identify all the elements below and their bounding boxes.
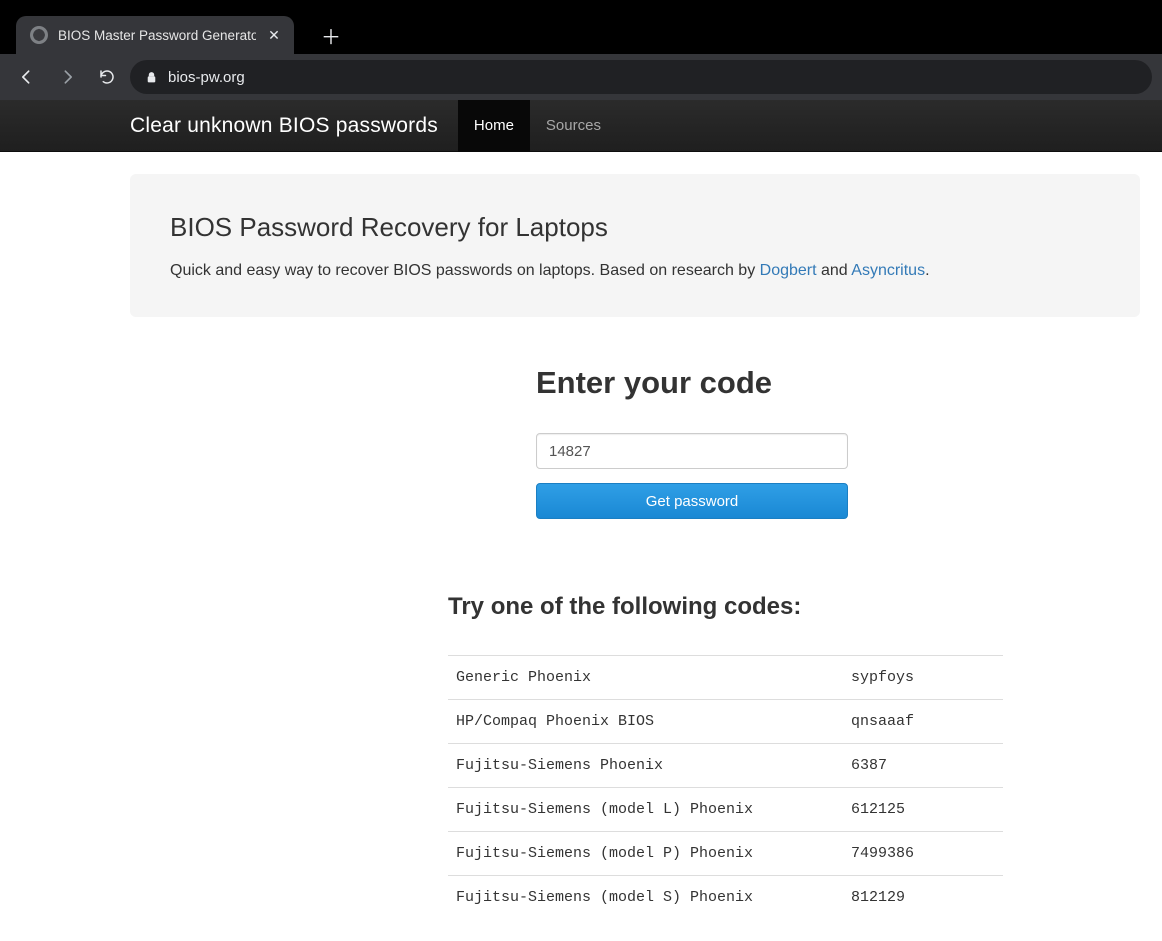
browser-toolbar: bios-pw.org: [0, 54, 1162, 100]
vendor-cell: Generic Phoenix: [448, 656, 843, 700]
code-cell: 7499386: [843, 832, 1003, 876]
code-input[interactable]: [536, 433, 848, 469]
link-dogbert[interactable]: Dogbert: [760, 262, 817, 279]
code-cell: 812129: [843, 876, 1003, 920]
brand[interactable]: Clear unknown BIOS passwords: [130, 114, 438, 138]
table-row: Fujitsu-Siemens (model L) Phoenix612125: [448, 788, 1003, 832]
results-table: Generic PhoenixsypfoysHP/Compaq Phoenix …: [448, 655, 1003, 919]
new-tab-button[interactable]: ＋: [316, 20, 346, 50]
close-tab-icon[interactable]: ✕: [266, 27, 282, 43]
results-heading: Try one of the following codes:: [448, 593, 1140, 621]
code-form: Enter your code Get password: [536, 365, 848, 519]
forward-button[interactable]: [50, 60, 84, 94]
vendor-cell: Fujitsu-Siemens (model P) Phoenix: [448, 832, 843, 876]
results-section: Try one of the following codes: Generic …: [448, 593, 1140, 919]
jumbo-heading: BIOS Password Recovery for Laptops: [170, 212, 1100, 243]
url-text: bios-pw.org: [168, 69, 245, 86]
lock-icon: [144, 70, 158, 84]
jumbo-text: and: [817, 262, 852, 279]
code-cell: 6387: [843, 744, 1003, 788]
browser-tab[interactable]: BIOS Master Password Generator ✕: [16, 16, 294, 54]
browser-chrome: BIOS Master Password Generator ✕ ＋ bios-…: [0, 0, 1162, 100]
vendor-cell: Fujitsu-Siemens (model L) Phoenix: [448, 788, 843, 832]
link-asyncritus[interactable]: Asyncritus: [851, 262, 925, 279]
get-password-button[interactable]: Get password: [536, 483, 848, 519]
table-row: Fujitsu-Siemens Phoenix6387: [448, 744, 1003, 788]
code-cell: sypfoys: [843, 656, 1003, 700]
globe-icon: [30, 26, 48, 44]
address-bar[interactable]: bios-pw.org: [130, 60, 1152, 94]
reload-button[interactable]: [90, 60, 124, 94]
tab-strip: BIOS Master Password Generator ✕ ＋: [0, 0, 1162, 54]
jumbotron: BIOS Password Recovery for Laptops Quick…: [130, 174, 1140, 317]
jumbo-text: .: [925, 262, 929, 279]
code-cell: qnsaaaf: [843, 700, 1003, 744]
tab-title: BIOS Master Password Generator: [58, 28, 256, 43]
table-row: HP/Compaq Phoenix BIOSqnsaaaf: [448, 700, 1003, 744]
form-heading: Enter your code: [536, 365, 848, 401]
page-body: Clear unknown BIOS passwords Home Source…: [0, 100, 1162, 919]
vendor-cell: Fujitsu-Siemens Phoenix: [448, 744, 843, 788]
jumbo-text: Quick and easy way to recover BIOS passw…: [170, 262, 760, 279]
table-row: Fujitsu-Siemens (model P) Phoenix7499386: [448, 832, 1003, 876]
table-row: Fujitsu-Siemens (model S) Phoenix812129: [448, 876, 1003, 920]
code-cell: 612125: [843, 788, 1003, 832]
jumbo-lead: Quick and easy way to recover BIOS passw…: [170, 259, 1100, 283]
back-button[interactable]: [10, 60, 44, 94]
vendor-cell: HP/Compaq Phoenix BIOS: [448, 700, 843, 744]
table-row: Generic Phoenixsypfoys: [448, 656, 1003, 700]
nav-sources[interactable]: Sources: [530, 100, 617, 152]
vendor-cell: Fujitsu-Siemens (model S) Phoenix: [448, 876, 843, 920]
nav-home[interactable]: Home: [458, 100, 530, 152]
site-navbar: Clear unknown BIOS passwords Home Source…: [0, 100, 1162, 152]
